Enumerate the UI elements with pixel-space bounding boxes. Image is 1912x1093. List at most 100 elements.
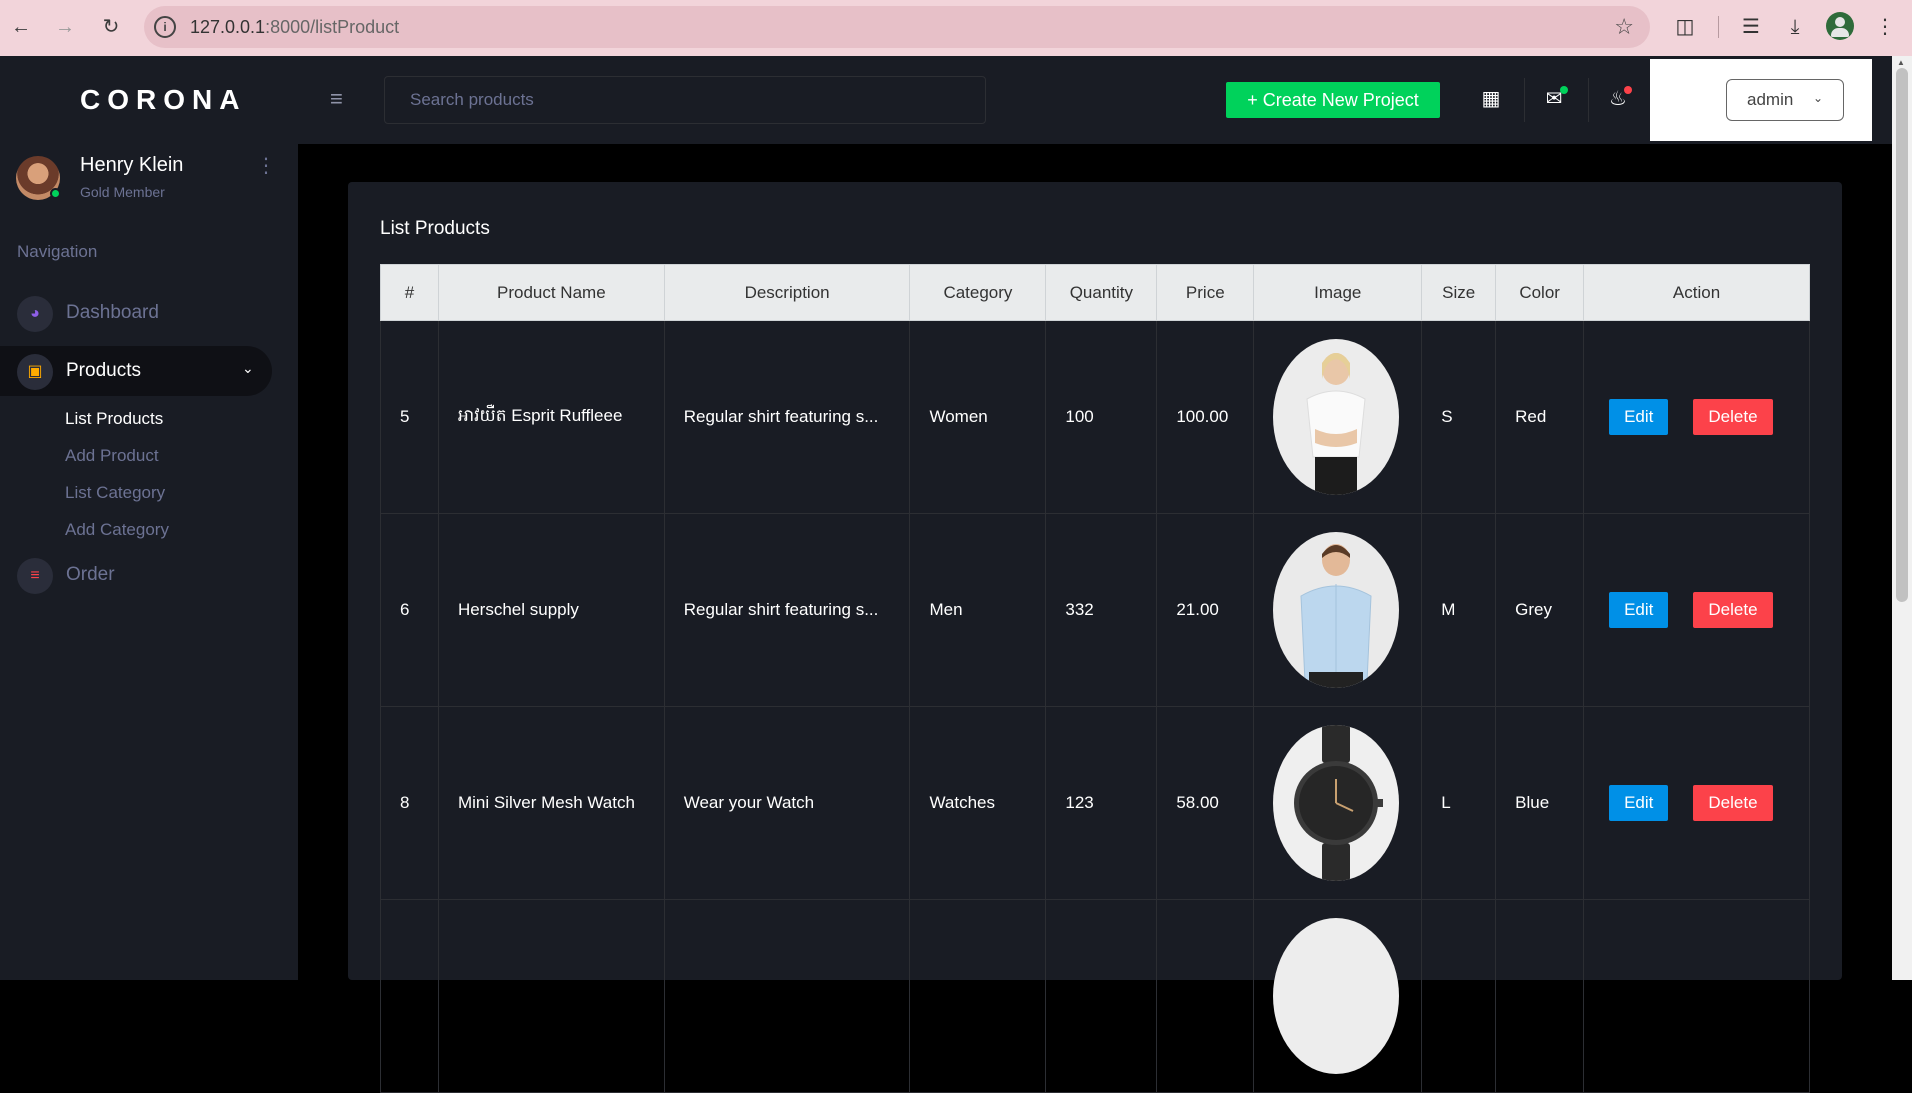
cell-quantity xyxy=(1045,899,1158,1093)
url-host: 127.0.0.1 xyxy=(190,17,266,37)
reload-icon[interactable]: ↻ xyxy=(96,12,126,42)
sidebar-subitem-add-product[interactable]: Add Product xyxy=(65,446,159,466)
cell-actions: Edit Delete xyxy=(1583,706,1810,900)
cell-image xyxy=(1253,706,1423,900)
cell-category: Men xyxy=(909,513,1047,707)
column-header-category: Category xyxy=(909,264,1047,321)
sidebar-item-order[interactable]: ≡ Order xyxy=(0,550,272,600)
column-header-image: Image xyxy=(1253,264,1423,321)
cell-color: Blue xyxy=(1495,706,1585,900)
media-queue-icon[interactable]: ☰ xyxy=(1736,12,1766,42)
sidebar-item-label: Order xyxy=(66,564,115,585)
cell-image xyxy=(1253,513,1423,707)
cell-product-name: Mini Silver Mesh Watch xyxy=(437,706,665,900)
cell-quantity: 123 xyxy=(1045,706,1158,900)
cell-category xyxy=(909,899,1047,1093)
sidebar-item-dashboard[interactable]: ◕ Dashboard xyxy=(0,288,272,338)
table-row: 5 អាវយឺត Esprit Ruffleee Regular shirt f… xyxy=(380,320,1810,514)
bookmark-star-icon[interactable]: ☆ xyxy=(1614,14,1634,40)
browser-menu-icon[interactable]: ⋮ xyxy=(1870,12,1900,42)
cell-description: Regular shirt featuring s... xyxy=(663,513,911,707)
cell-actions xyxy=(1583,899,1810,1093)
sidebar-subitem-list-products[interactable]: List Products xyxy=(65,409,163,429)
admin-label: admin xyxy=(1747,90,1794,109)
sidebar-subitem-list-category[interactable]: List Category xyxy=(65,483,165,503)
download-icon[interactable]: ⤓ xyxy=(1780,12,1810,42)
page-title: List Products xyxy=(380,218,490,239)
products-card: List Products # Product Name Description… xyxy=(348,182,1842,1093)
cell-image xyxy=(1253,320,1423,514)
create-project-button[interactable]: + Create New Project xyxy=(1226,82,1440,118)
chevron-down-icon: ⌄ xyxy=(242,360,254,376)
online-status-dot xyxy=(50,188,61,199)
column-header-quantity: Quantity xyxy=(1045,264,1158,321)
delete-button[interactable]: Delete xyxy=(1693,785,1773,821)
cell-color xyxy=(1495,899,1585,1093)
sidebar-subitem-add-category[interactable]: Add Category xyxy=(65,520,169,540)
laptop-icon: ▣ xyxy=(17,354,53,390)
address-bar[interactable]: i 127.0.0.1:8000/listProduct ☆ xyxy=(144,6,1650,48)
hamburger-menu-icon[interactable]: ≡ xyxy=(330,86,343,112)
site-info-icon[interactable]: i xyxy=(154,16,176,38)
user-profile: Henry Klein Gold Member ⋮ xyxy=(16,154,286,214)
cell-size: L xyxy=(1421,706,1497,900)
product-image-watch xyxy=(1273,725,1400,881)
cell-size: M xyxy=(1421,513,1497,707)
forward-arrow-icon[interactable]: → xyxy=(50,12,80,42)
cell-quantity: 100 xyxy=(1045,320,1158,514)
grid-icon[interactable]: ▦ xyxy=(1476,84,1506,114)
profile-menu-icon[interactable]: ⋮ xyxy=(256,156,276,176)
products-table: # Product Name Description Category Quan… xyxy=(380,264,1810,1093)
navbar-divider xyxy=(1524,78,1525,122)
mail-icon[interactable]: ✉ xyxy=(1539,84,1569,114)
table-row: 8 Mini Silver Mesh Watch Wear your Watch… xyxy=(380,706,1810,900)
column-header-product-name: Product Name xyxy=(437,264,665,321)
toolbar-divider xyxy=(1718,16,1719,38)
cell-id: 6 xyxy=(380,513,439,707)
product-image-partial xyxy=(1273,918,1400,1074)
product-image-man-shirt xyxy=(1273,532,1400,688)
chevron-down-icon: ⌄ xyxy=(1812,91,1823,105)
scrollbar-thumb[interactable] xyxy=(1896,68,1908,602)
url-path: :8000/listProduct xyxy=(265,17,400,37)
sidebar-item-label: Dashboard xyxy=(66,302,159,323)
cell-size: S xyxy=(1421,320,1497,514)
cell-id: 8 xyxy=(380,706,439,900)
nav-caption: Navigation xyxy=(17,242,98,261)
delete-button[interactable]: Delete xyxy=(1693,399,1773,435)
table-header-row: # Product Name Description Category Quan… xyxy=(380,264,1810,321)
notification-badge xyxy=(1624,86,1632,94)
back-arrow-icon[interactable]: ← xyxy=(6,12,36,42)
scroll-up-icon[interactable]: ▲ xyxy=(1897,58,1905,67)
cell-category: Women xyxy=(909,320,1047,514)
edit-button[interactable]: Edit xyxy=(1609,399,1669,435)
edit-button[interactable]: Edit xyxy=(1609,785,1669,821)
cell-description: Wear your Watch xyxy=(663,706,911,900)
user-name: Henry Klein xyxy=(80,154,184,176)
navbar-divider xyxy=(1588,78,1589,122)
admin-dropdown-area: admin ⌄ xyxy=(1650,59,1872,141)
cell-description: Regular shirt featuring s... xyxy=(663,320,911,514)
column-header-color: Color xyxy=(1495,264,1585,321)
cell-category: Watches xyxy=(909,706,1047,900)
delete-button[interactable]: Delete xyxy=(1693,592,1773,628)
table-row xyxy=(380,899,1810,1093)
sidebar-item-label: Products xyxy=(66,360,141,381)
edit-button[interactable]: Edit xyxy=(1609,592,1669,628)
cell-color: Grey xyxy=(1495,513,1585,707)
sidebar-item-products[interactable]: ▣ Products ⌄ xyxy=(0,346,272,396)
cell-color: Red xyxy=(1495,320,1585,514)
extensions-icon[interactable]: ◫ xyxy=(1670,12,1700,42)
admin-dropdown-button[interactable]: admin ⌄ xyxy=(1726,79,1844,121)
search-input[interactable] xyxy=(384,76,986,124)
column-header-size: Size xyxy=(1421,264,1497,321)
cell-product-name: អាវយឺត Esprit Ruffleee xyxy=(437,320,665,514)
cell-price: 58.00 xyxy=(1156,706,1255,900)
browser-toolbar: ← → ↻ i 127.0.0.1:8000/listProduct ☆ ◫ ☰… xyxy=(0,0,1912,56)
browser-profile-avatar[interactable] xyxy=(1826,12,1854,40)
bell-icon[interactable]: ♨ xyxy=(1603,84,1633,114)
page-scrollbar[interactable]: ▲ xyxy=(1892,56,1912,980)
cell-price: 21.00 xyxy=(1156,513,1255,707)
address-url[interactable]: 127.0.0.1:8000/listProduct xyxy=(190,17,399,38)
brand-logo[interactable]: CORONA xyxy=(80,84,246,116)
